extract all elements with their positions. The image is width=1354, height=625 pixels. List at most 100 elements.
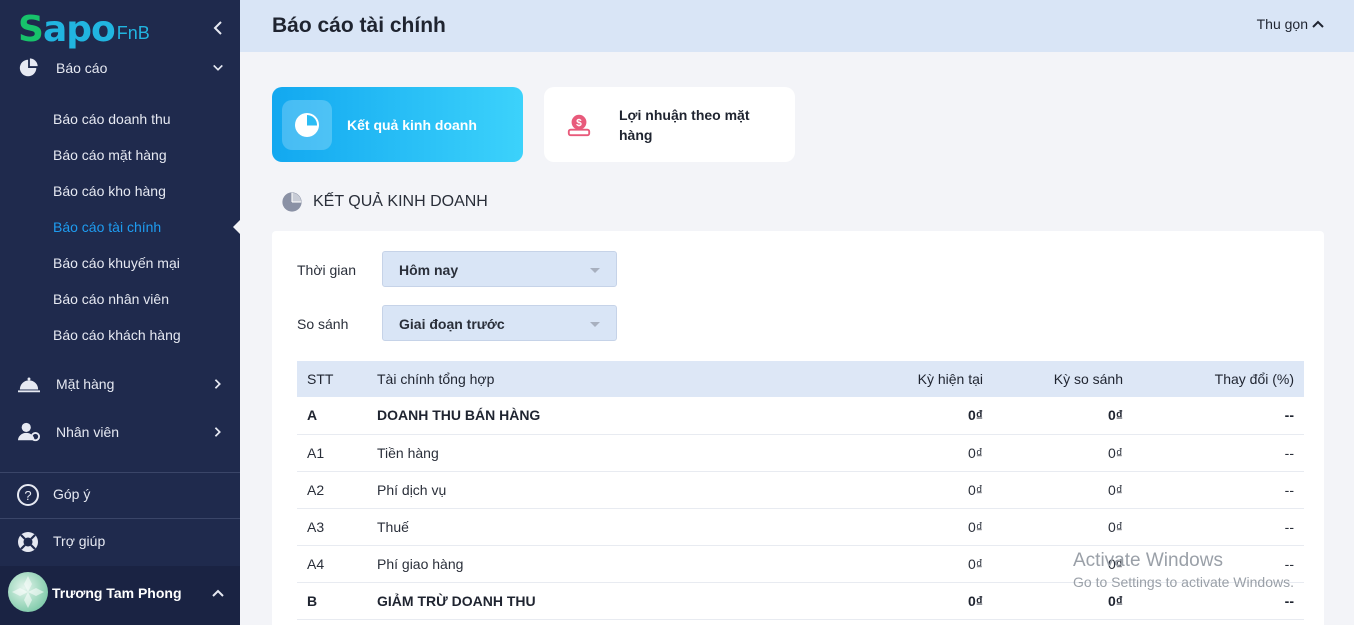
cell-name: Phí dịch vụ (377, 481, 447, 498)
cell-name: Phí giao hàng (377, 555, 464, 572)
sidebar-item-inventory-report[interactable]: Báo cáo kho hàng (53, 179, 166, 203)
cell-stt: A1 (307, 444, 325, 461)
chevron-left-icon (213, 21, 222, 35)
sidebar-help-label: Trợ giúp (53, 533, 106, 549)
caret-down-icon (590, 268, 600, 273)
question-circle-icon: ? (17, 484, 39, 506)
windows-activation-watermark: Activate Windows Go to Settings to activ… (1073, 550, 1294, 590)
cell-current: 0₫ (968, 444, 983, 461)
compare-filter-label: So sánh (297, 316, 349, 332)
time-select[interactable]: Hôm nay (382, 251, 617, 287)
cell-current: 0₫ (968, 518, 983, 535)
caret-down-icon (590, 322, 600, 327)
watermark-line-1: Activate Windows (1073, 550, 1223, 571)
watermark-line-2: Go to Settings to activate Windows. (1073, 574, 1294, 590)
cell-stt: A2 (307, 481, 325, 498)
logo-sub: FnB (116, 23, 150, 43)
sidebar-help[interactable]: Trợ giúp (0, 520, 240, 564)
column-header-name: Tài chính tổng hợp (377, 371, 495, 387)
table-row: A DOANH THU BÁN HÀNG 0₫ 0₫ -- (297, 397, 1304, 434)
table-row: A3 Thuế 0₫ 0₫ -- (297, 508, 1304, 545)
svg-text:$: $ (576, 118, 582, 129)
column-header-compare: Kỳ so sánh (1053, 371, 1123, 387)
card-business-results[interactable]: Kết quả kinh doanh (272, 87, 523, 162)
sidebar-group-staff[interactable]: Nhân viên (0, 412, 240, 452)
cell-name: Thuế (377, 518, 409, 535)
sidebar-item-financial-report[interactable]: Báo cáo tài chính (53, 215, 161, 239)
sidebar-group-staff-label: Nhân viên (56, 424, 120, 440)
sidebar-item-customer-report[interactable]: Báo cáo khách hàng (53, 323, 181, 347)
chevron-right-icon (211, 377, 225, 391)
chevron-right-icon (211, 425, 225, 439)
cell-stt: A (307, 407, 318, 424)
sidebar: Sapo FnB Báo cáo Báo cáo doanh thu Báo c… (0, 0, 240, 625)
pie-chart-icon (282, 192, 302, 212)
cell-change: -- (1284, 407, 1294, 424)
sidebar-item-revenue-report[interactable]: Báo cáo doanh thu (53, 107, 171, 131)
sidebar-feedback-label: Góp ý (53, 486, 91, 502)
compare-select-value: Giai đoạn trước (399, 316, 505, 332)
sidebar-group-reports[interactable]: Báo cáo (0, 48, 240, 88)
svg-text:?: ? (24, 488, 31, 503)
sidebar-collapse-button[interactable] (210, 18, 226, 38)
page-title: Báo cáo tài chính (272, 14, 446, 37)
chevron-up-icon (212, 589, 224, 597)
cell-current: 0₫ (968, 592, 983, 609)
sidebar-group-items[interactable]: Mặt hàng (0, 364, 240, 404)
cell-compare: 0₫ (1108, 518, 1123, 535)
table-row: A2 Phí dịch vụ 0₫ 0₫ -- (297, 471, 1304, 508)
cell-current: 0₫ (968, 555, 983, 572)
pie-chart-icon (16, 55, 42, 81)
avatar (8, 572, 48, 612)
sidebar-group-items-label: Mặt hàng (56, 376, 115, 392)
cell-change: -- (1284, 518, 1294, 535)
collapse-toggle-label: Thu gọn (1256, 16, 1308, 32)
cell-name: DOANH THU BÁN HÀNG (377, 407, 541, 424)
cell-change: -- (1284, 444, 1294, 461)
pie-chart-icon (282, 100, 332, 150)
cell-stt: B (307, 592, 318, 609)
cell-current: 0₫ (968, 481, 983, 498)
column-header-current: Kỳ hiện tại (917, 371, 983, 387)
card-profit-by-item[interactable]: $ Lợi nhuận theo mặt hàng (544, 87, 795, 162)
cell-current: 0₫ (968, 407, 983, 424)
money-bag-icon: $ (554, 100, 604, 150)
lifebuoy-icon (18, 532, 38, 552)
cell-name: Tiền hàng (377, 444, 439, 461)
cell-compare: 0₫ (1108, 407, 1123, 424)
sidebar-divider (0, 518, 240, 519)
user-profile[interactable]: Trương Tam Phong (0, 566, 240, 625)
compare-select[interactable]: Giai đoạn trước (382, 305, 617, 341)
time-select-value: Hôm nay (399, 262, 459, 278)
sidebar-group-reports-label: Báo cáo (56, 60, 108, 76)
time-filter-label: Thời gian (297, 262, 356, 278)
cloche-icon (16, 371, 42, 397)
card-business-results-label: Kết quả kinh doanh (347, 116, 477, 133)
section-heading: KẾT QUẢ KINH DOANH (281, 191, 488, 213)
active-item-indicator (233, 220, 240, 234)
collapse-toggle[interactable]: Thu gọn (1257, 16, 1324, 32)
cell-compare: 0₫ (1108, 481, 1123, 498)
user-name: Trương Tam Phong (52, 585, 182, 601)
table-row: A1 Tiền hàng 0₫ 0₫ -- (297, 434, 1304, 471)
logo-main: Sapo (18, 9, 116, 50)
top-bar: Báo cáo tài chính Thu gọn (240, 0, 1354, 52)
card-profit-by-item-label: Lợi nhuận theo mặt hàng (619, 106, 750, 143)
sidebar-item-staff-report[interactable]: Báo cáo nhân viên (53, 287, 169, 311)
chevron-up-icon (1312, 20, 1324, 28)
sidebar-item-product-report[interactable]: Báo cáo mặt hàng (53, 143, 167, 167)
chevron-down-icon (211, 61, 225, 75)
column-header-change: Thay đổi (%) (1214, 371, 1294, 387)
section-title: KẾT QUẢ KINH DOANH (313, 193, 488, 210)
cell-stt: A4 (307, 555, 325, 572)
cell-compare: 0₫ (1108, 444, 1123, 461)
column-header-stt: STT (307, 371, 334, 387)
sidebar-feedback[interactable]: ? Góp ý (0, 473, 240, 517)
user-settings-icon (16, 419, 42, 445)
table-header-row: STT Tài chính tổng hợp Kỳ hiện tại Kỳ so… (297, 361, 1304, 397)
cell-stt: A3 (307, 518, 325, 535)
sidebar-item-promotion-report[interactable]: Báo cáo khuyến mại (53, 251, 180, 275)
cell-change: -- (1284, 481, 1294, 498)
cell-name: GIẢM TRỪ DOANH THU (377, 592, 536, 609)
sapo-fnb-logo[interactable]: Sapo FnB (18, 8, 150, 48)
